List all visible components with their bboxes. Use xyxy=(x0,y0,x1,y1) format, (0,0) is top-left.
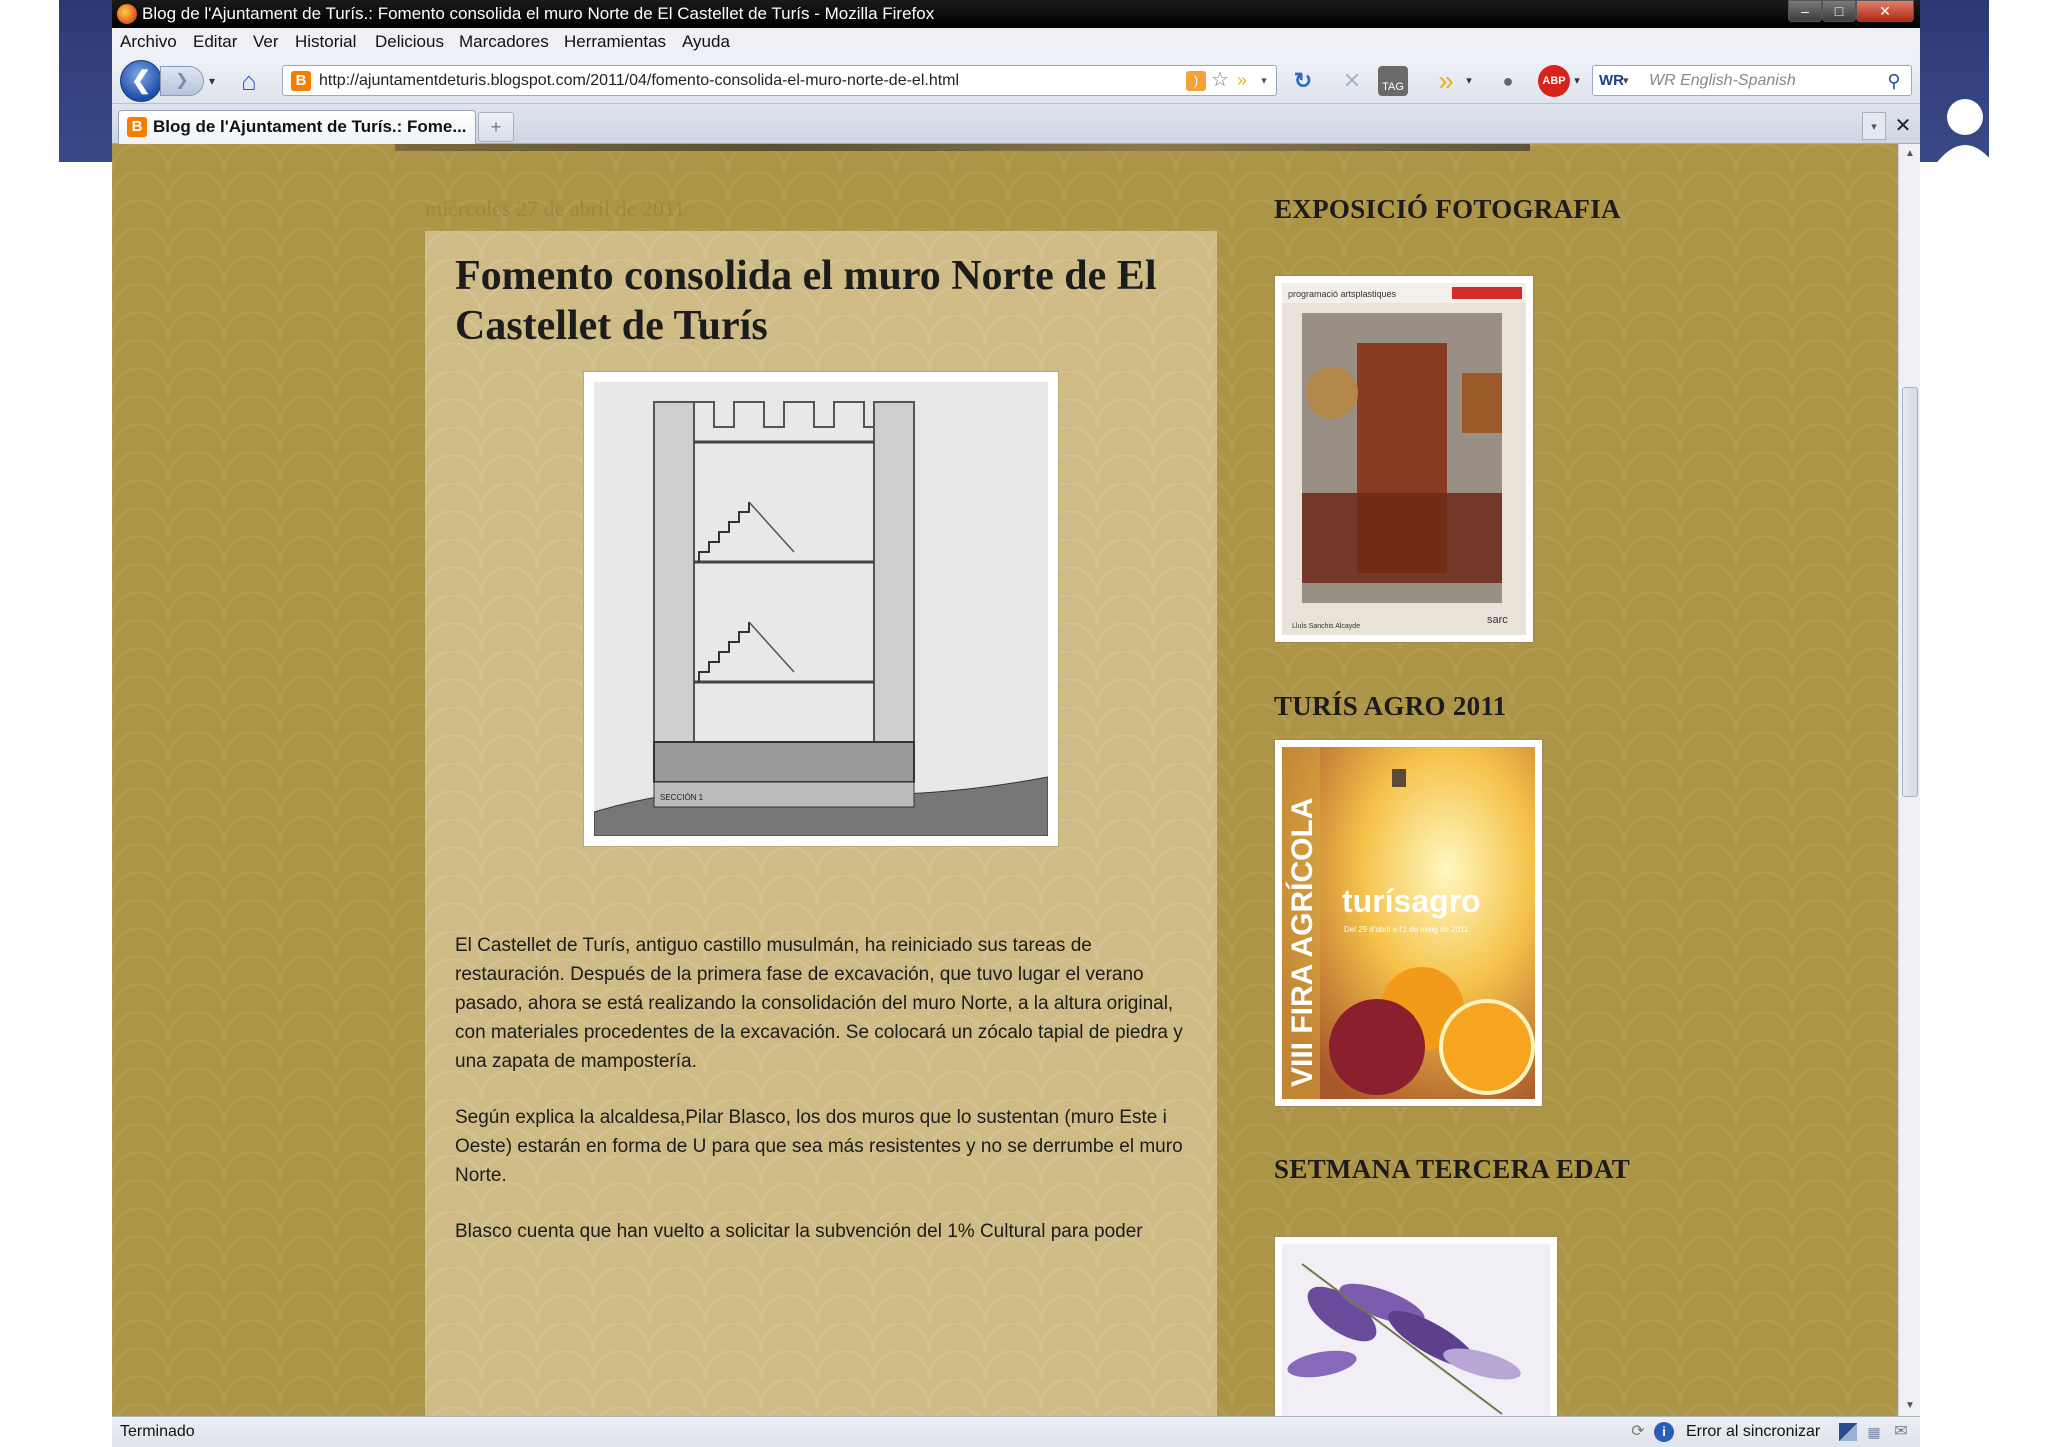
reload-icon[interactable]: ↻ xyxy=(1287,66,1319,96)
adblock-plus-icon[interactable]: ABP xyxy=(1538,65,1570,97)
bookmark-star-icon[interactable]: ☆ xyxy=(1209,68,1231,92)
grid-status-icon[interactable]: ▦ xyxy=(1865,1423,1883,1441)
user-silhouette-icon xyxy=(1935,99,1995,165)
navigation-toolbar: ❮ ❯ ▾ ⌂ B http://ajuntamentdeturis.blogs… xyxy=(112,56,1920,104)
tab-active[interactable]: B Blog de l'Ajuntament de Turís.: Fome..… xyxy=(118,110,476,144)
close-window-button[interactable]: ✕ xyxy=(1856,0,1914,22)
menu-marcadores[interactable]: Marcadores xyxy=(459,28,549,56)
poster-dates: Del 29 d'abril a l'1 de maig de 2011 xyxy=(1344,925,1469,934)
rss-feed-icon[interactable]: ) xyxy=(1186,71,1206,91)
lavender-image xyxy=(1282,1244,1550,1416)
close-tab-button[interactable]: ✕ xyxy=(1890,112,1916,140)
back-button[interactable]: ❮ xyxy=(120,60,162,102)
sync-status-text[interactable]: Error al sincronizar xyxy=(1686,1417,1820,1447)
tercera-edat-image[interactable] xyxy=(1274,1236,1558,1416)
poster-caption: Lluís Sanchis Alcayde xyxy=(1292,623,1360,630)
poster-logo-text: sarc xyxy=(1487,614,1508,626)
blog-header-image xyxy=(395,144,1530,151)
tab-list-dropdown-icon[interactable]: ▾ xyxy=(1862,112,1886,140)
url-text[interactable]: http://ajuntamentdeturis.blogspot.com/20… xyxy=(319,72,959,89)
post-body: El Castellet de Turís, antiguo castillo … xyxy=(455,931,1195,1273)
widget-title-turis-agro: TURÍS AGRO 2011 xyxy=(1274,691,1507,721)
scrollbar-thumb[interactable] xyxy=(1902,387,1918,797)
exposicio-poster[interactable]: programació artsplastiques Lluís Sanchis… xyxy=(1274,275,1534,643)
vertical-scrollbar[interactable]: ▲ ▼ xyxy=(1898,144,1920,1416)
history-dropdown-icon[interactable]: ▾ xyxy=(204,70,220,92)
blogger-favicon-icon: B xyxy=(291,71,311,91)
post-title[interactable]: Fomento consolida el muro Norte de El Ca… xyxy=(455,251,1195,351)
status-bar: Terminado ⟳ i Error al sincronizar ▦ ✉ xyxy=(112,1416,1920,1447)
post-paragraph: Blasco cuenta que han vuelto a solicitar… xyxy=(455,1221,1143,1242)
info-icon[interactable]: i xyxy=(1654,1422,1674,1442)
page-content: miércoles 27 de abril de 2011 Fomento co… xyxy=(112,144,1898,1416)
menu-delicious[interactable]: Delicious xyxy=(375,28,444,56)
castle-section-drawing: SECCIÓN 1 xyxy=(593,382,1049,837)
sync-icon[interactable]: ⟳ xyxy=(1628,1422,1648,1442)
poster-top-text: programació artsplastiques xyxy=(1288,289,1397,299)
post-date: miércoles 27 de abril de 2011 xyxy=(425,196,686,221)
post-paragraph: Según explica la alcaldesa,Pilar Blasco,… xyxy=(455,1107,1183,1186)
search-icon[interactable]: ⚲ xyxy=(1883,69,1905,93)
post-image[interactable]: SECCIÓN 1 xyxy=(583,371,1059,847)
url-dropdown-icon[interactable]: ▾ xyxy=(1256,69,1272,93)
home-icon[interactable]: ⌂ xyxy=(234,66,264,96)
post-container: Fomento consolida el muro Norte de El Ca… xyxy=(425,231,1217,1416)
forward-button[interactable]: ❯ xyxy=(160,66,204,96)
tab-label[interactable]: Blog de l'Ajuntament de Turís.: Fome... xyxy=(153,117,467,136)
search-input[interactable]: WR ▾ WR English-Spanish ⚲ xyxy=(1592,65,1912,96)
exposicio-poster-image: programació artsplastiques Lluís Sanchis… xyxy=(1282,283,1526,635)
maximize-button[interactable]: □ xyxy=(1822,0,1856,22)
turis-agro-poster-image: VIII FIRA AGRÍCOLA turísagro Del 29 d'ab… xyxy=(1282,747,1535,1099)
search-engine-dropdown-icon[interactable]: ▾ xyxy=(1623,70,1637,92)
widget-title-exposicio: EXPOSICIÓ FOTOGRAFIA xyxy=(1274,194,1621,224)
go-arrows-icon[interactable]: » xyxy=(1232,68,1252,92)
menu-historial[interactable]: Historial xyxy=(295,28,356,56)
url-bar[interactable]: B http://ajuntamentdeturis.blogspot.com/… xyxy=(282,65,1277,96)
scroll-up-arrow-icon[interactable]: ▲ xyxy=(1899,144,1921,164)
widget-title-tercera-edat: SETMANA TERCERA EDAT xyxy=(1274,1154,1631,1184)
browser-window: Blog de l'Ajuntament de Turís.: Fomento … xyxy=(112,0,1920,1447)
addon-paw-icon[interactable]: ● xyxy=(1492,66,1524,96)
menu-herramientas[interactable]: Herramientas xyxy=(564,28,666,56)
addon-status-icon[interactable] xyxy=(1839,1423,1857,1441)
scroll-down-arrow-icon[interactable]: ▼ xyxy=(1899,1396,1921,1416)
post-paragraph: El Castellet de Turís, antiguo castillo … xyxy=(455,935,1183,1072)
new-tab-button[interactable]: + xyxy=(478,112,514,142)
window-title: Blog de l'Ajuntament de Turís.: Fomento … xyxy=(142,4,935,23)
tab-strip: B Blog de l'Ajuntament de Turís.: Fome..… xyxy=(112,104,1920,144)
delicious-arrow-icon[interactable]: » xyxy=(1430,66,1462,96)
firefox-logo-icon xyxy=(117,4,137,24)
minimize-button[interactable]: – xyxy=(1788,0,1822,22)
turis-agro-poster[interactable]: VIII FIRA AGRÍCOLA turísagro Del 29 d'ab… xyxy=(1274,739,1543,1107)
menu-archivo[interactable]: Archivo xyxy=(120,28,177,56)
tag-icon[interactable]: TAG xyxy=(1378,66,1408,96)
delicious-dropdown-icon[interactable]: ▾ xyxy=(1460,66,1478,96)
menu-ver[interactable]: Ver xyxy=(253,28,279,56)
poster-side-text: VIII FIRA AGRÍCOLA xyxy=(1285,798,1319,1087)
stop-icon[interactable]: ✕ xyxy=(1336,66,1368,96)
menu-bar: Archivo Editar Ver Historial Delicious M… xyxy=(112,28,1920,56)
drawing-section-label: SECCIÓN 1 xyxy=(660,793,704,802)
menu-editar[interactable]: Editar xyxy=(193,28,237,56)
adblock-dropdown-icon[interactable]: ▾ xyxy=(1570,66,1584,96)
blogger-favicon-icon: B xyxy=(127,117,147,137)
mail-status-icon[interactable]: ✉ xyxy=(1891,1423,1911,1441)
search-placeholder: WR English-Spanish xyxy=(1649,72,1796,89)
menu-ayuda[interactable]: Ayuda xyxy=(682,28,730,56)
poster-brand: turísagro xyxy=(1342,883,1481,919)
title-bar: Blog de l'Ajuntament de Turís.: Fomento … xyxy=(112,0,1920,28)
wordreference-icon[interactable]: WR xyxy=(1599,70,1624,92)
status-text: Terminado xyxy=(120,1423,195,1440)
